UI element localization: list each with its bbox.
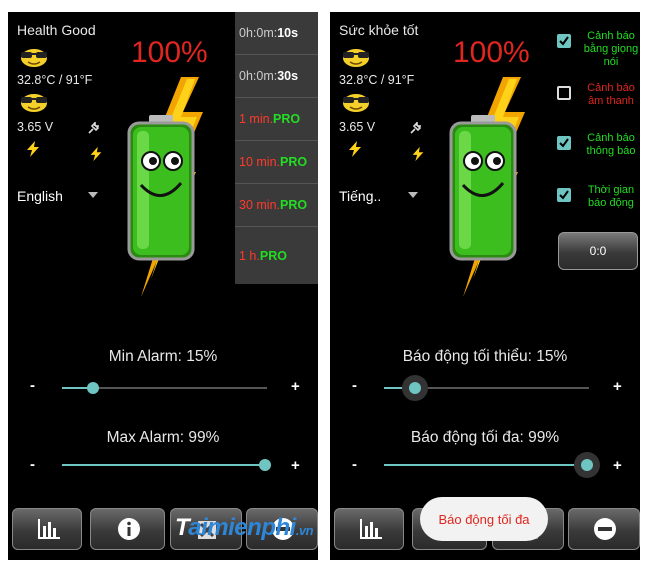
lightning-icon bbox=[412, 146, 424, 162]
checkbox[interactable] bbox=[557, 86, 571, 100]
app-screen-vietnamese: Sức khỏe tốt 32.8°C / 91°F 3.65 V 100% T… bbox=[330, 12, 640, 560]
chevron-down-icon[interactable] bbox=[88, 192, 98, 198]
voltage-readout: 3.65 V bbox=[17, 120, 54, 134]
option-label: Cảnh báo thông báo bbox=[586, 132, 636, 157]
option-label: Thời gian báo động bbox=[587, 184, 635, 209]
timer-option[interactable]: 1 h. PRO bbox=[235, 227, 318, 284]
cool-smiley-icon bbox=[21, 49, 47, 67]
lightning-icon bbox=[90, 146, 102, 162]
checkbox[interactable] bbox=[557, 188, 571, 202]
temperature-readout: 32.8°C / 91°F bbox=[17, 73, 93, 87]
max-decrease-button[interactable]: - bbox=[352, 456, 357, 473]
min-alarm-slider-thumb[interactable] bbox=[408, 382, 421, 394]
info-button[interactable] bbox=[90, 508, 165, 550]
lightning-icon bbox=[349, 141, 361, 157]
timer-option[interactable]: 0h:0m: 10s bbox=[235, 12, 318, 55]
min-increase-button[interactable]: + bbox=[291, 378, 300, 395]
stats-button[interactable] bbox=[334, 508, 404, 550]
timer-option[interactable]: 0h:0m: 30s bbox=[235, 55, 318, 98]
bar-chart-icon bbox=[38, 519, 60, 539]
max-decrease-button[interactable]: - bbox=[30, 456, 35, 473]
min-alarm-label: Min Alarm: 15% bbox=[108, 348, 218, 365]
option-label: Cảnh báo bằng giọng nói bbox=[583, 30, 639, 68]
watermark: Taimienphi.vn bbox=[175, 514, 314, 541]
lightning-icon bbox=[27, 141, 39, 157]
cool-smiley-icon bbox=[21, 94, 47, 112]
max-increase-button[interactable]: + bbox=[613, 457, 622, 474]
exit-button[interactable] bbox=[568, 508, 640, 550]
health-status: Health Good bbox=[17, 22, 96, 38]
bar-chart-icon bbox=[360, 519, 382, 539]
temperature-readout: 32.8°C / 91°F bbox=[339, 73, 415, 87]
min-increase-button[interactable]: + bbox=[613, 378, 622, 395]
min-decrease-button[interactable]: - bbox=[30, 377, 35, 394]
max-alarm-label: Max Alarm: 99% bbox=[106, 429, 220, 446]
timer-dropdown-menu: 0h:0m: 10s 0h:0m: 30s 1 min. PRO 10 min. PRO… bbox=[235, 12, 318, 284]
minus-circle-icon bbox=[594, 518, 616, 540]
max-alarm-slider-fill bbox=[384, 464, 587, 466]
language-select[interactable]: English bbox=[17, 188, 63, 204]
cool-smiley-icon bbox=[343, 94, 369, 112]
max-alarm-label: Báo động tối đa: 99% bbox=[410, 429, 560, 446]
stats-button[interactable] bbox=[12, 508, 82, 550]
app-screen-english: Health Good 32.8°C / 91°F 3.65 V 100% En… bbox=[8, 12, 318, 560]
timer-option[interactable]: 1 min. PRO bbox=[235, 98, 318, 141]
max-alarm-slider-thumb[interactable] bbox=[580, 459, 593, 471]
health-status: Sức khỏe tốt bbox=[339, 22, 419, 38]
checkbox[interactable] bbox=[557, 136, 571, 150]
chevron-down-icon[interactable] bbox=[408, 192, 418, 198]
max-alarm-slider-thumb[interactable] bbox=[258, 459, 271, 471]
max-alarm-slider-fill bbox=[62, 464, 265, 466]
info-icon bbox=[118, 518, 140, 540]
battery-character-icon bbox=[127, 77, 203, 297]
option-label: Cảnh báo âm thanh bbox=[587, 82, 635, 107]
battery-character-icon bbox=[449, 77, 525, 297]
min-alarm-label: Báo động tối thiểu: 15% bbox=[402, 348, 568, 365]
voltage-readout: 3.65 V bbox=[339, 120, 376, 134]
plug-icon bbox=[88, 122, 100, 134]
min-alarm-slider-thumb[interactable] bbox=[86, 382, 99, 394]
timer-option[interactable]: 10 min. PRO bbox=[235, 141, 318, 184]
checkbox[interactable] bbox=[557, 34, 571, 48]
toast-message: Báo động tối đa bbox=[420, 497, 548, 541]
timer-option[interactable]: 30 min. PRO bbox=[235, 184, 318, 227]
language-select[interactable]: Tiếng.. bbox=[339, 188, 381, 204]
alarm-time-button[interactable]: 0:0 bbox=[558, 232, 638, 270]
plug-icon bbox=[410, 122, 422, 134]
max-increase-button[interactable]: + bbox=[291, 457, 300, 474]
min-decrease-button[interactable]: - bbox=[352, 377, 357, 394]
cool-smiley-icon bbox=[343, 49, 369, 67]
